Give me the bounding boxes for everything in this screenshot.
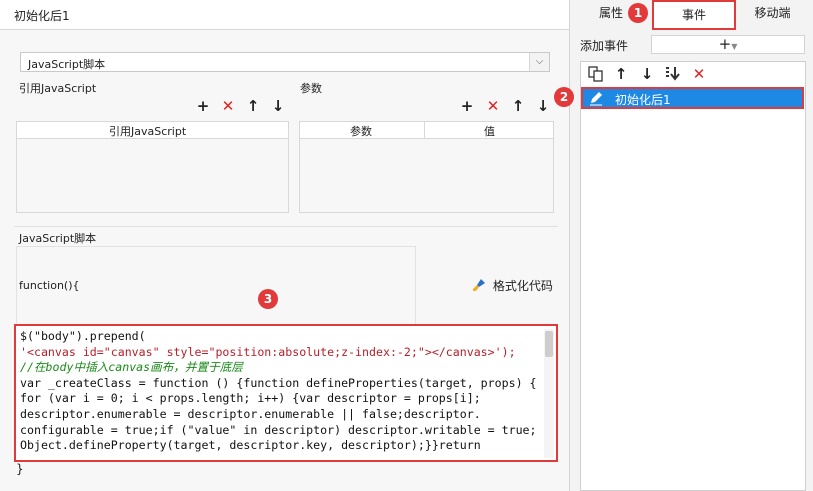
value-column-header: 值 xyxy=(484,125,495,138)
param-down-arrow-down-icon[interactable]: ↓ xyxy=(535,98,551,114)
badge-1: 1 xyxy=(628,3,648,23)
params-table-header: 参数 值 xyxy=(300,122,553,139)
move-down-arrow-down-icon[interactable]: ↓ xyxy=(270,98,286,114)
function-header: function(){ xyxy=(19,279,80,292)
closing-brace: } xyxy=(16,462,24,476)
code-line: descriptor.enumerable = descriptor.enume… xyxy=(20,406,481,421)
code-line: for (var i = 0; i < props.length; i++) {… xyxy=(20,391,481,406)
badge-3: 3 xyxy=(258,289,278,309)
ref-js-column-header: 引用JavaScript xyxy=(109,125,187,138)
scrollbar-thumb[interactable] xyxy=(545,331,553,357)
badge-2: 2 xyxy=(554,87,574,107)
script-type-select[interactable]: JavaScript脚本 ⌵ xyxy=(20,52,550,72)
event-item[interactable]: 初始化后1 xyxy=(581,87,804,109)
code-line: Object.defineProperty(target, descriptor… xyxy=(20,438,481,453)
dialog-title: 初始化后1 xyxy=(14,9,70,23)
move-bottom-icon[interactable] xyxy=(665,66,681,82)
code-text[interactable]: $("body").prepend( '<canvas id="canvas" … xyxy=(20,329,537,454)
delete-param-x-icon[interactable]: ✕ xyxy=(485,98,501,114)
code-line: configurable = true;if ("value" in descr… xyxy=(20,422,537,437)
ref-js-table-header: 引用JavaScript xyxy=(17,122,288,139)
params-label: 参数 xyxy=(300,82,322,95)
arrow-down-icon[interactable]: ↓ xyxy=(639,66,655,82)
ref-js-table[interactable]: 引用JavaScript xyxy=(16,121,289,213)
script-section-label: JavaScript脚本 xyxy=(19,232,97,245)
arrow-up-icon[interactable]: ↑ xyxy=(613,66,629,82)
ref-js-label: 引用JavaScript xyxy=(19,82,97,95)
code-line: '<canvas id="canvas" style="position:abs… xyxy=(20,344,516,359)
pencil-icon xyxy=(588,90,604,109)
right-panel: 属性 事件 移动端 1 添加事件 +▼ ↑ ↓ ✕ 初始化后1 2 xyxy=(554,0,813,491)
event-item-label: 初始化后1 xyxy=(615,93,671,107)
copy-icon[interactable] xyxy=(588,66,604,82)
script-type-value: JavaScript脚本 xyxy=(28,58,106,71)
brush-icon xyxy=(472,278,486,292)
params-table[interactable]: 参数 值 xyxy=(299,121,554,213)
code-scrollbar[interactable] xyxy=(544,329,554,458)
code-line: var _createClass = function () {function… xyxy=(20,375,537,390)
code-line: $("body").prepend( xyxy=(20,329,146,343)
move-up-arrow-up-icon[interactable]: ↑ xyxy=(245,98,261,114)
chevron-down-icon: ▼ xyxy=(731,42,738,51)
format-code-button[interactable]: 格式化代码 xyxy=(472,277,553,294)
event-list xyxy=(580,61,806,491)
delete-event-x-icon[interactable]: ✕ xyxy=(691,66,707,82)
plus-icon: + xyxy=(718,35,732,53)
format-code-label: 格式化代码 xyxy=(492,279,553,293)
tab-mobile[interactable]: 移动端 xyxy=(732,0,813,26)
delete-ref-js-x-icon[interactable]: ✕ xyxy=(220,98,236,114)
tab-events[interactable]: 事件 xyxy=(652,0,736,30)
code-editor[interactable]: $("body").prepend( '<canvas id="canvas" … xyxy=(14,324,558,462)
dialog-title-bar: 初始化后1 xyxy=(0,0,569,30)
code-line: //在body中插入canvas画布，并置于底层 xyxy=(20,360,243,375)
param-up-arrow-up-icon[interactable]: ↑ xyxy=(510,98,526,114)
event-dialog: 初始化后1 JavaScript脚本 ⌵ 引用JavaScript 参数 + ✕… xyxy=(0,0,570,491)
add-ref-js-plus-icon[interactable]: + xyxy=(195,98,211,114)
param-column-header: 参数 xyxy=(350,125,372,138)
add-param-plus-icon[interactable]: + xyxy=(459,98,475,114)
add-event-label: 添加事件 xyxy=(580,39,629,53)
add-event-button[interactable]: +▼ xyxy=(651,35,805,54)
chevron-down-icon[interactable]: ⌵ xyxy=(529,53,549,71)
column-divider xyxy=(424,122,425,138)
